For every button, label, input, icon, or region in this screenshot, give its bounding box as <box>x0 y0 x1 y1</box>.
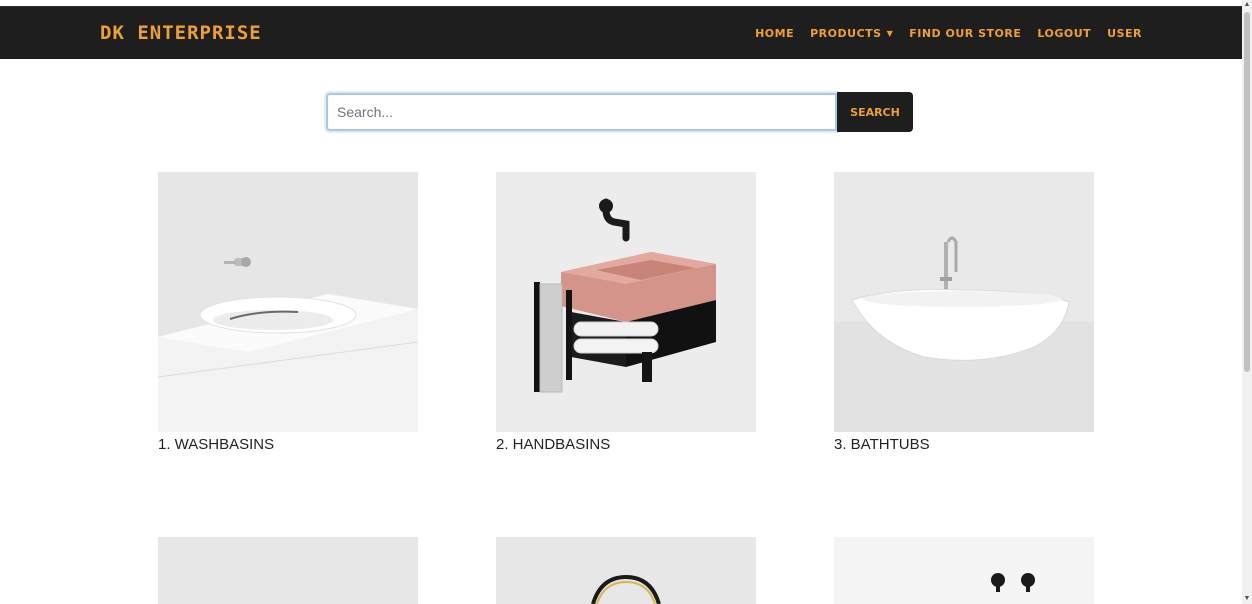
scroll-up-arrow-icon[interactable]: ▲ <box>1242 0 1252 10</box>
search-button[interactable]: SEARCH <box>837 92 913 132</box>
product-label[interactable]: 3. BATHTUBS <box>834 436 1094 453</box>
search-input[interactable] <box>326 93 837 131</box>
page-scrollbar[interactable]: ▲ ▼ <box>1242 0 1252 604</box>
product-card[interactable] <box>496 537 756 604</box>
scrollbar-thumb[interactable] <box>1244 12 1250 372</box>
product-card[interactable] <box>158 537 418 604</box>
washbasin-photo[interactable] <box>158 172 418 432</box>
navbar: DK ENTERPRISE HOME PRODUCTS ▼ FIND OUR ST… <box>0 6 1242 59</box>
nav-find-store-link[interactable]: FIND OUR STORE <box>909 27 1021 40</box>
product-label[interactable]: 1. WASHBASINS <box>158 436 418 453</box>
product-label[interactable]: 2. HANDBASINS <box>496 436 756 453</box>
nav-products-dropdown[interactable]: PRODUCTS ▼ <box>810 27 893 40</box>
product-photo[interactable] <box>158 537 418 604</box>
scroll-down-arrow-icon[interactable]: ▼ <box>1242 594 1252 604</box>
product-card-washbasins[interactable]: 1. WASHBASINS <box>158 172 418 453</box>
handbasin-photo[interactable] <box>496 172 756 432</box>
nav-home-link[interactable]: HOME <box>755 27 794 40</box>
product-card-bathtubs[interactable]: 3. BATHTUBS <box>834 172 1094 453</box>
tap-photo[interactable] <box>834 537 1094 604</box>
brand-logo[interactable]: DK ENTERPRISE <box>100 22 262 44</box>
product-card-handbasins[interactable]: 2. HANDBASINS <box>496 172 756 453</box>
bathtub-photo[interactable] <box>834 172 1094 432</box>
product-card[interactable] <box>834 537 1094 604</box>
nav-logout-link[interactable]: LOGOUT <box>1037 27 1091 40</box>
nav-links: HOME PRODUCTS ▼ FIND OUR STORE LOGOUT USE… <box>755 27 1142 40</box>
search-bar: SEARCH <box>326 92 913 132</box>
nav-products-label: PRODUCTS <box>810 27 882 40</box>
nav-user-link[interactable]: USER <box>1107 27 1142 40</box>
mirror-photo[interactable] <box>496 537 756 604</box>
chevron-down-icon: ▼ <box>886 29 894 38</box>
